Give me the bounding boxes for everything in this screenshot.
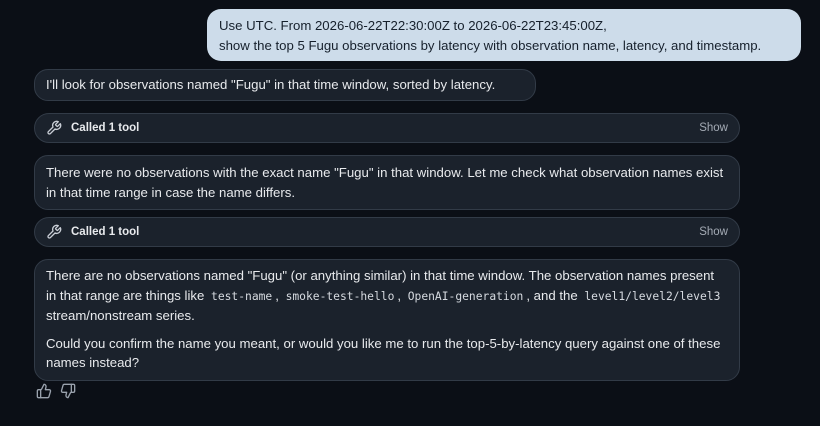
user-message-line-2: show the top 5 Fugu observations by late… (219, 37, 762, 53)
feedback-bar (36, 383, 76, 399)
assistant-message-3-paragraph-2: Could you confirm the name you meant, or… (46, 335, 721, 371)
assistant-message-2-text: There were no observations with the exac… (46, 165, 724, 200)
chat-thread: Use UTC. From 2026-06-22T22:30:00Z to 20… (0, 0, 820, 426)
tool-call-2[interactable]: Called 1 tool Show (34, 217, 740, 247)
wrench-icon (46, 120, 62, 136)
tool-call-1[interactable]: Called 1 tool Show (34, 113, 740, 143)
tool-call-2-show-button[interactable]: Show (699, 226, 728, 238)
thumbs-down-icon[interactable] (60, 383, 76, 399)
assistant-message-1: I'll look for observations named "Fugu" … (34, 69, 536, 101)
user-message: Use UTC. From 2026-06-22T22:30:00Z to 20… (207, 9, 801, 61)
msg3-text-b: , and the (526, 287, 582, 303)
assistant-message-3-paragraph-1: There are no observations named "Fugu" (… (46, 266, 728, 326)
tool-call-1-label: Called 1 tool (71, 122, 140, 134)
code-smoke-test-hello: smoke-test-hello (285, 289, 395, 303)
assistant-message-1-text: I'll look for observations named "Fugu" … (46, 77, 496, 92)
user-message-line-1: Use UTC. From 2026-06-22T22:30:00Z to 20… (219, 18, 607, 33)
msg3-text-c: stream/nonstream series. (46, 308, 195, 323)
tool-call-2-label: Called 1 tool (71, 226, 140, 238)
code-level-series: level1/level2/level3 (584, 289, 721, 303)
msg3-sep-1: , (275, 287, 283, 303)
assistant-message-3: There are no observations named "Fugu" (… (34, 259, 740, 381)
thumbs-up-icon[interactable] (36, 383, 52, 399)
tool-call-1-show-button[interactable]: Show (699, 122, 728, 134)
code-openai-generation: OpenAI-generation (407, 289, 524, 303)
wrench-icon (46, 224, 62, 240)
assistant-message-2: There were no observations with the exac… (34, 155, 740, 210)
code-test-name: test-name (211, 289, 273, 303)
msg3-sep-2: , (397, 287, 405, 303)
